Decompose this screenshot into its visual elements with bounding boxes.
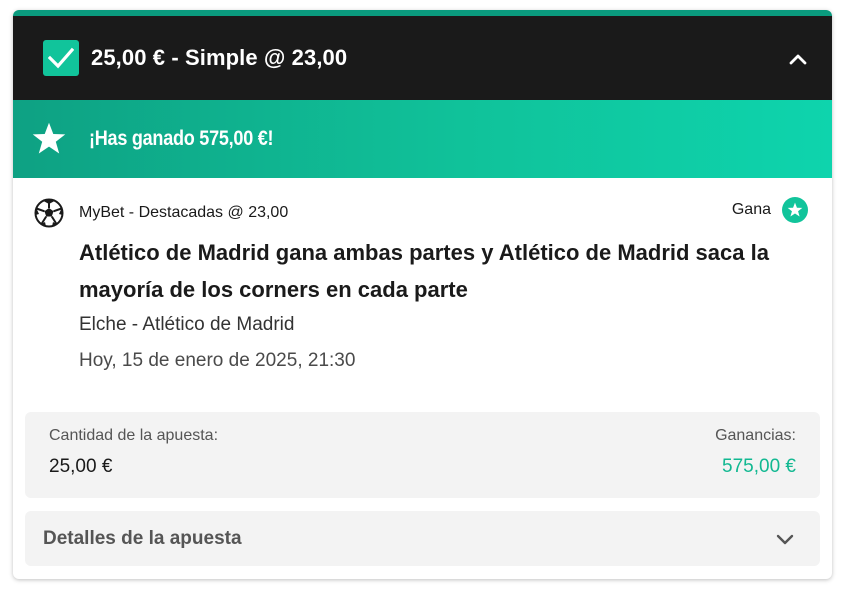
soccer-ball-icon — [34, 198, 64, 228]
bet-details-label: Detalles de la apuesta — [43, 527, 242, 549]
selection: MyBet - Destacadas @ 23,00 Gana Atlético… — [13, 178, 832, 412]
bet-card: 25,00 € - Simple @ 23,00 ¡Has ganado 575… — [13, 10, 832, 579]
star-icon — [32, 122, 66, 154]
market-label: MyBet - Destacadas @ 23,00 — [79, 204, 289, 221]
bet-header-title: 25,00 € - Simple @ 23,00 — [91, 45, 348, 70]
chevron-down-icon[interactable] — [774, 528, 796, 550]
stake-value: 25,00 € — [49, 456, 113, 477]
selection-title: Atlético de Madrid gana ambas partes y A… — [79, 240, 769, 302]
win-banner: ¡Has ganado 575,00 €! — [13, 100, 832, 178]
bet-details-toggle[interactable]: Detalles de la apuesta — [25, 511, 820, 566]
result-label: Gana — [731, 201, 771, 218]
winnings-column: Ganancias: 575,00 € — [715, 427, 796, 478]
winnings-value: 575,00 € — [722, 456, 796, 477]
event-name: Elche - Atlético de Madrid — [79, 314, 295, 335]
winnings-label: Ganancias: — [715, 427, 796, 444]
stake-column: Cantidad de la apuesta: 25,00 € — [49, 427, 218, 478]
event-datetime: Hoy, 15 de enero de 2025, 21:30 — [79, 350, 356, 371]
result-indicator: Gana — [732, 197, 808, 223]
bet-header[interactable]: 25,00 € - Simple @ 23,00 — [13, 16, 832, 100]
checkbox-checked-icon[interactable] — [43, 40, 79, 76]
stake-label: Cantidad de la apuesta: — [49, 427, 219, 444]
bet-amounts: Cantidad de la apuesta: 25,00 € Ganancia… — [25, 412, 820, 498]
win-message: ¡Has ganado 575,00 €! — [89, 127, 274, 150]
star-badge-icon — [782, 197, 808, 223]
chevron-up-icon[interactable] — [786, 47, 810, 71]
